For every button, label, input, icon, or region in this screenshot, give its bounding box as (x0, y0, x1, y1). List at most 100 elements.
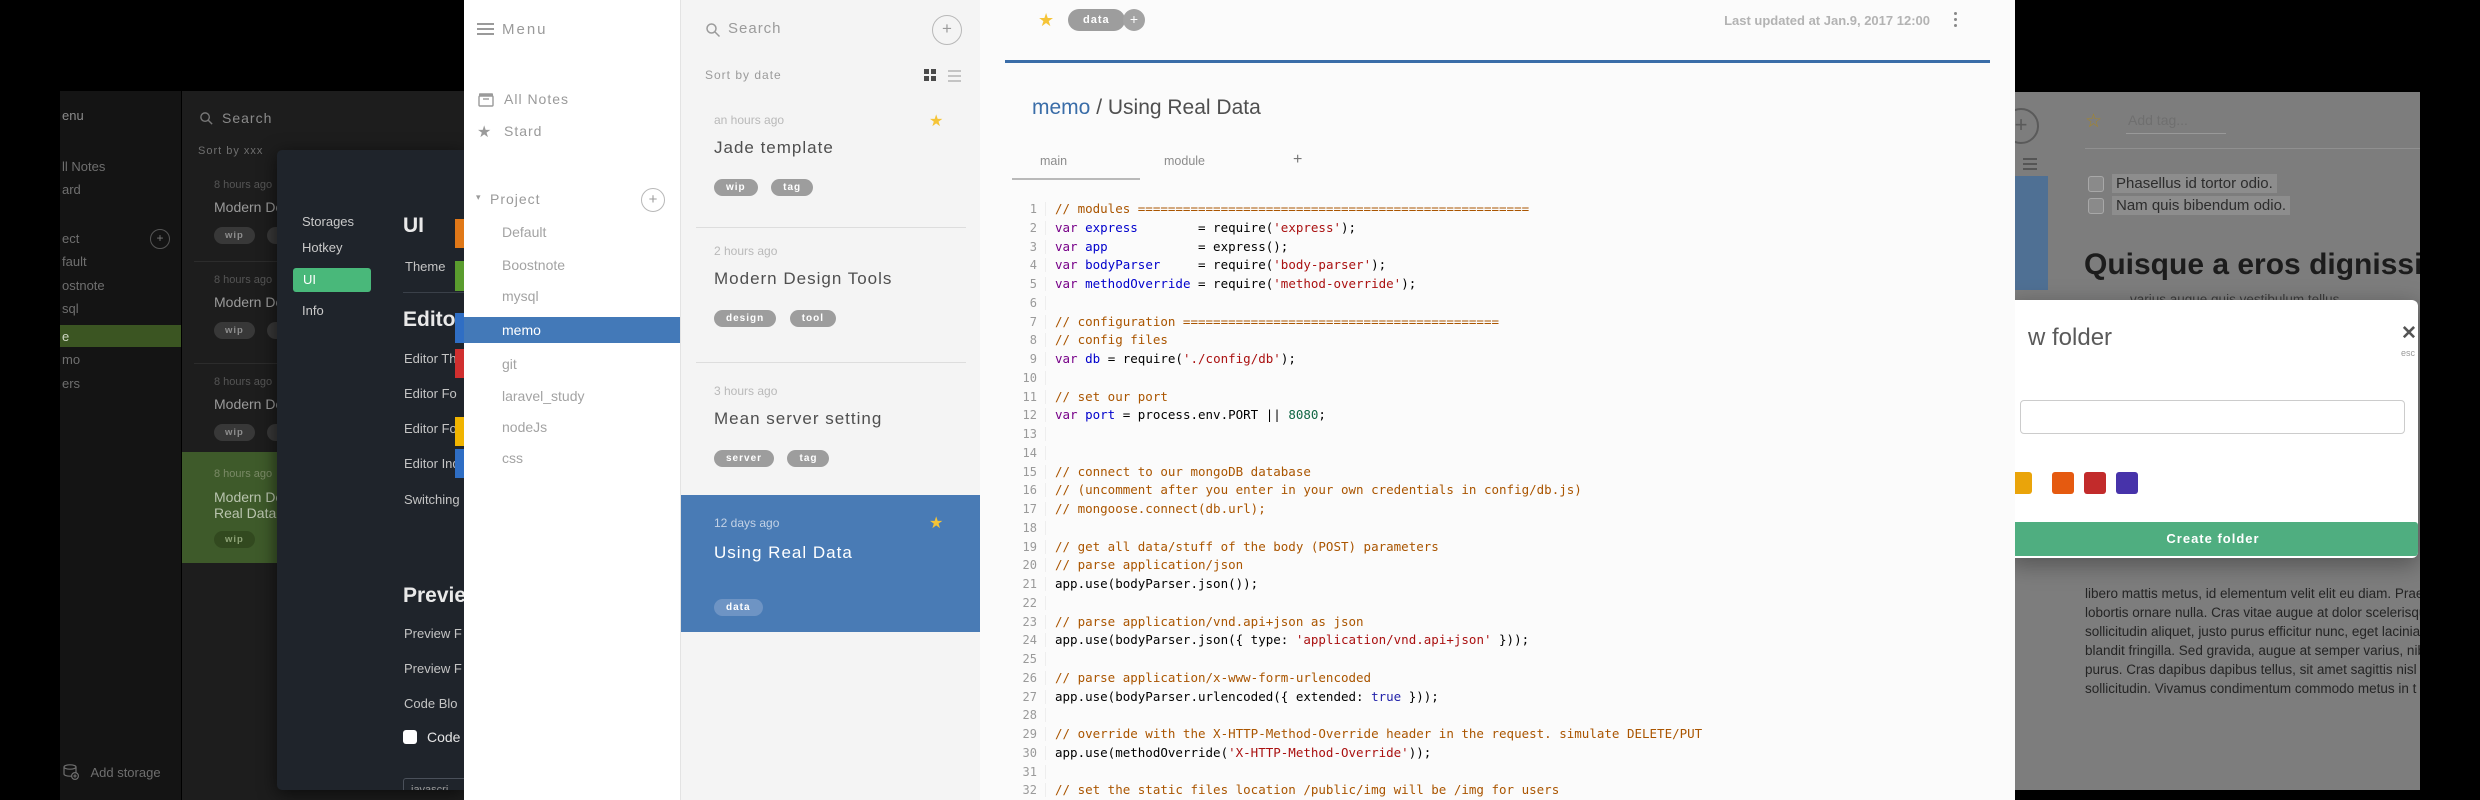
note-tag[interactable]: wip (714, 179, 758, 196)
code-line[interactable]: 30 app.use(methodOverride('X-HTTP-Method-… (980, 745, 2015, 764)
dark-add-project-button[interactable]: + (150, 229, 170, 249)
add-storage-button[interactable]: Add storage (62, 763, 161, 781)
dark-menu-label[interactable]: enu (62, 108, 84, 123)
code-line[interactable]: 2 var express = require('express'); (980, 220, 2015, 239)
dark-search-input[interactable]: Search (222, 110, 272, 126)
tab-module[interactable]: module (1164, 154, 1205, 168)
settings-row[interactable]: Switching (404, 492, 460, 507)
code-line[interactable]: 5 var methodOverride = require('method-ov… (980, 276, 2015, 295)
settings-row[interactable]: Editor Th (404, 351, 457, 366)
settings-row[interactable]: Code Blo (404, 696, 457, 711)
menu-title[interactable]: Menu (502, 21, 548, 38)
folder-item[interactable]: nodeJs (502, 419, 547, 435)
note-tag[interactable]: data (714, 599, 763, 616)
note-card-selected[interactable]: 12 days ago ★ Using Real Data data (681, 495, 981, 632)
color-swatch[interactable] (2084, 472, 2106, 494)
add-tag-input[interactable]: Add tag... (2128, 112, 2188, 128)
note-card-selected[interactable] (2015, 176, 2048, 290)
code-editor[interactable]: 1 // modules ============================… (980, 201, 2015, 800)
settings-row[interactable]: Preview F (404, 626, 462, 641)
code-line[interactable]: 25 (980, 651, 2015, 670)
add-tag-button[interactable]: + (1123, 9, 1145, 31)
code-line[interactable]: 11 // set our port (980, 389, 2015, 408)
code-line[interactable]: 27 app.use(bodyParser.urlencoded({ extend… (980, 689, 2015, 708)
code-line[interactable]: 14 (980, 445, 2015, 464)
code-line[interactable]: 19 // get all data/stuff of the body (POS… (980, 539, 2015, 558)
color-swatch[interactable] (2052, 472, 2074, 494)
folder-item-selected[interactable]: memo (464, 317, 680, 343)
code-line[interactable]: 26 // parse application/x-www-form-urlenc… (980, 670, 2015, 689)
caret-down-icon[interactable]: ▾ (476, 192, 481, 203)
sort-by-dropdown[interactable]: Sort by date (705, 68, 782, 82)
new-note-button[interactable]: + (2015, 108, 2039, 144)
star-icon[interactable]: ★ (1038, 10, 1054, 31)
settings-row[interactable]: Editor Ind (404, 456, 460, 471)
settings-row[interactable]: Preview F (404, 661, 462, 676)
breadcrumb-folder[interactable]: memo (1032, 96, 1090, 119)
note-tag[interactable]: design (714, 310, 777, 327)
settings-nav-storages[interactable]: Storages (302, 214, 354, 229)
dark-project-label[interactable]: ect (62, 231, 79, 246)
search-input[interactable]: Search (728, 20, 782, 37)
settings-nav-hotkey[interactable]: Hotkey (302, 240, 342, 255)
folder-item[interactable]: css (502, 450, 523, 466)
note-tag-chip[interactable]: data (1068, 9, 1125, 31)
sidebar-item-all-notes[interactable]: All Notes (504, 91, 569, 107)
dark-starred[interactable]: ard (62, 182, 81, 197)
dark-folder[interactable]: ers (62, 376, 80, 391)
code-line[interactable]: 4 var bodyParser = require('body-parser')… (980, 257, 2015, 276)
list-view-icon[interactable] (2023, 158, 2037, 170)
star-icon[interactable]: ★ (929, 513, 943, 533)
note-tag[interactable]: tool (789, 310, 837, 327)
code-line[interactable]: 12 var port = process.env.PORT || 8080; (980, 407, 2015, 426)
code-language-select[interactable]: javascri (403, 778, 464, 790)
code-line[interactable]: 16 // (uncomment after you enter in your … (980, 482, 2015, 501)
star-outline-icon[interactable]: ☆ (2085, 110, 2102, 133)
code-line[interactable]: 32 // set the static files location /publ… (980, 782, 2015, 800)
settings-nav-ui-selected[interactable]: UI (293, 268, 371, 292)
code-line[interactable]: 24 app.use(bodyParser.json({ type: 'appli… (980, 632, 2015, 651)
code-line[interactable]: 29 // override with the X-HTTP-Method-Ove… (980, 726, 2015, 745)
code-line[interactable]: 9 var db = require('./config/db'); (980, 351, 2015, 370)
code-line[interactable]: 18 (980, 520, 2015, 539)
code-line[interactable]: 8 // config files (980, 332, 2015, 351)
code-line[interactable]: 1 // modules ============================… (980, 201, 2015, 220)
code-line[interactable]: 13 (980, 426, 2015, 445)
checkbox[interactable] (2088, 176, 2104, 192)
folder-name-input[interactable] (2020, 400, 2405, 434)
list-view-icon[interactable] (948, 70, 961, 82)
dark-all-notes[interactable]: ll Notes (62, 159, 105, 174)
project-group-label[interactable]: Project (490, 191, 541, 207)
close-icon[interactable]: ✕ (2401, 322, 2417, 345)
code-line[interactable]: 28 (980, 707, 2015, 726)
code-line[interactable]: 6 (980, 295, 2015, 314)
settings-row[interactable]: Editor Fo (404, 421, 457, 436)
add-tab-button[interactable]: + (1293, 151, 1302, 169)
sidebar-item-starred[interactable]: Stard (504, 123, 542, 139)
hamburger-icon[interactable] (477, 23, 494, 35)
code-line[interactable]: 17 // mongoose.connect(db.url); (980, 501, 2015, 520)
code-line[interactable]: 15 // connect to our mongoDB database (980, 464, 2015, 483)
dark-folder[interactable]: fault (62, 254, 87, 269)
note-tag[interactable]: tag (771, 179, 814, 196)
dark-folder[interactable]: ostnote (62, 278, 105, 293)
dark-folder[interactable]: sql (62, 301, 79, 316)
dark-folder[interactable]: mo (62, 352, 80, 367)
code-line[interactable]: 3 var app = express(); (980, 239, 2015, 258)
folder-item[interactable]: Default (502, 224, 546, 240)
settings-row[interactable]: Editor Fo (404, 386, 457, 401)
create-folder-button[interactable]: Create folder (2008, 522, 2418, 556)
kebab-menu-icon[interactable] (1954, 12, 1958, 30)
dark-folder-selected[interactable]: e (60, 325, 181, 347)
new-note-button[interactable]: + (932, 15, 962, 45)
folder-item[interactable]: Boostnote (502, 257, 565, 273)
tab-main[interactable]: main (1040, 154, 1067, 168)
grid-view-icon[interactable] (924, 69, 937, 82)
star-icon[interactable]: ★ (929, 111, 943, 131)
folder-item[interactable]: mysql (502, 288, 539, 304)
folder-item[interactable]: git (502, 356, 517, 372)
code-line[interactable]: 31 (980, 764, 2015, 783)
checkbox[interactable] (2088, 198, 2104, 214)
color-swatch[interactable] (2116, 472, 2138, 494)
dark-sort-label[interactable]: Sort by xxx (198, 145, 263, 157)
